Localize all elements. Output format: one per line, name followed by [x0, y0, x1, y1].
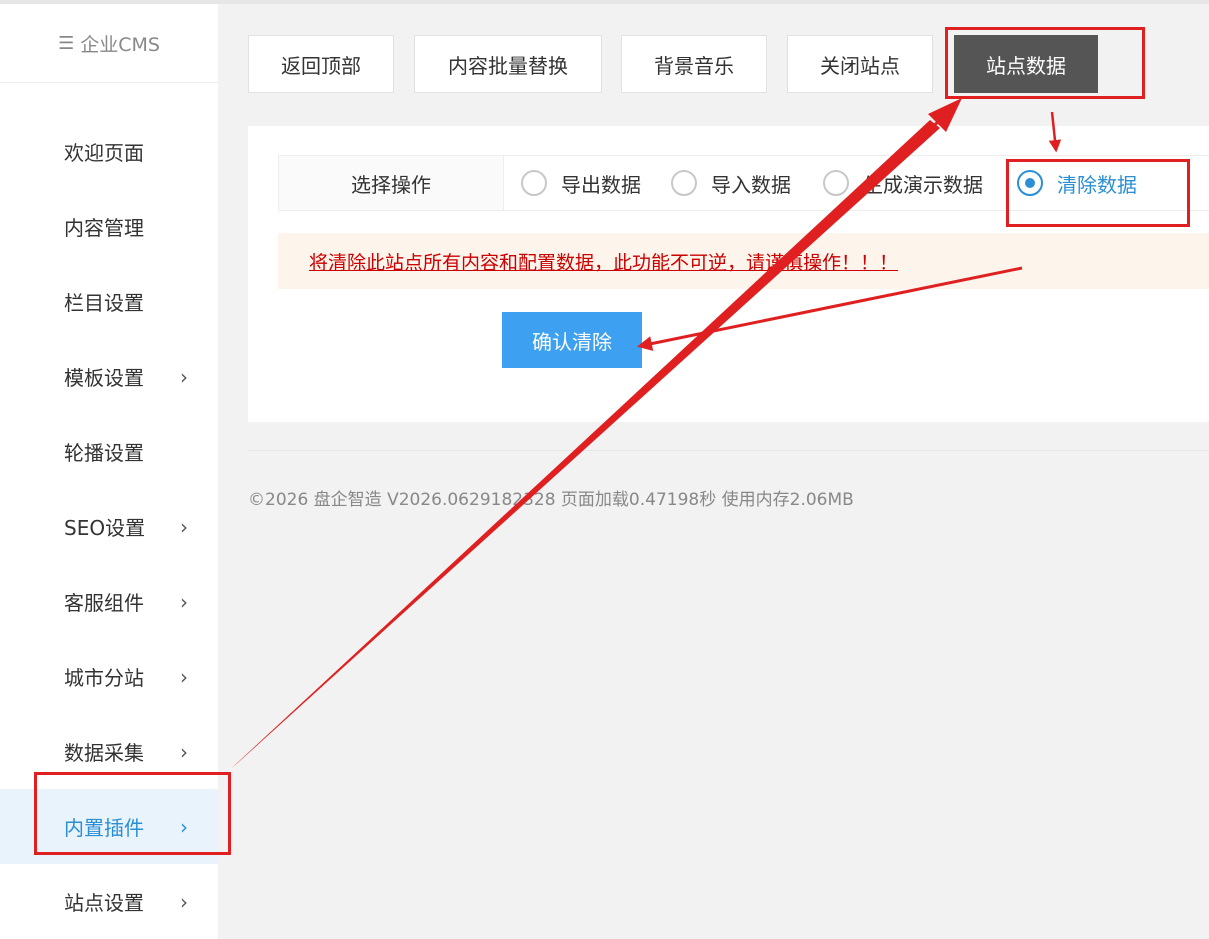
- chevron-right-icon: ›: [180, 814, 188, 839]
- radio-label: 清除数据: [1057, 172, 1137, 197]
- sidebar: ☰ 企业CMS 欢迎页面 内容管理 栏目设置 模板设置 › 轮播设置 SEO设置…: [0, 4, 218, 939]
- sidebar-item-label: 内置插件: [64, 816, 144, 840]
- sidebar-item-label: 栏目设置: [64, 291, 144, 315]
- close-site-button[interactable]: 关闭站点: [787, 35, 933, 93]
- confirm-clear-button[interactable]: 确认清除: [502, 312, 642, 368]
- sidebar-item-city-sites[interactable]: 城市分站 ›: [0, 639, 218, 714]
- radio-label: 导出数据: [561, 172, 641, 197]
- sidebar-item-label: 数据采集: [64, 741, 144, 765]
- chevron-right-icon: ›: [180, 889, 188, 914]
- operation-label: 选择操作: [279, 156, 504, 210]
- warning-banner: 将清除此站点所有内容和配置数据，此功能不可逆，请谨慎操作！！！: [278, 233, 1209, 289]
- radio-circle[interactable]: [823, 170, 849, 196]
- sidebar-item-templates[interactable]: 模板设置 ›: [0, 339, 218, 414]
- sidebar-nav: 欢迎页面 内容管理 栏目设置 模板设置 › 轮播设置 SEO设置 › 客服组件 …: [0, 114, 218, 939]
- radio-circle[interactable]: [521, 170, 547, 196]
- sidebar-item-data-collection[interactable]: 数据采集 ›: [0, 714, 218, 789]
- chevron-right-icon: ›: [180, 364, 188, 389]
- footer-text: ©2026 盘企智造 V2026.0629182328 页面加载0.47198秒…: [248, 490, 854, 510]
- warning-text: 将清除此站点所有内容和配置数据，此功能不可逆，请谨慎操作！！！: [309, 251, 899, 274]
- radio-circle[interactable]: [1017, 170, 1043, 196]
- chevron-right-icon: ›: [180, 514, 188, 539]
- chevron-right-icon: ›: [180, 589, 188, 614]
- sidebar-item-label: SEO设置: [64, 516, 146, 540]
- radio-export-data[interactable]: 导出数据: [521, 156, 641, 210]
- sidebar-item-customer-service[interactable]: 客服组件 ›: [0, 564, 218, 639]
- sidebar-item-label: 城市分站: [64, 666, 144, 690]
- sidebar-item-label: 内容管理: [64, 216, 144, 240]
- sidebar-item-label: 轮播设置: [64, 441, 144, 465]
- site-data-button[interactable]: 站点数据: [954, 35, 1098, 93]
- radio-label: 生成演示数据: [863, 172, 983, 197]
- radio-import-data[interactable]: 导入数据: [671, 156, 791, 210]
- operation-row: 选择操作 导出数据 导入数据 生成演示数据 清除数据: [278, 155, 1209, 211]
- logo[interactable]: ☰ 企业CMS: [0, 4, 218, 83]
- radio-generate-demo-data[interactable]: 生成演示数据: [823, 156, 983, 210]
- sidebar-item-columns[interactable]: 栏目设置: [0, 264, 218, 339]
- radio-clear-data[interactable]: 清除数据: [1017, 156, 1137, 210]
- chevron-right-icon: ›: [180, 664, 188, 689]
- sidebar-item-label: 欢迎页面: [64, 141, 144, 165]
- sidebar-item-label: 模板设置: [64, 366, 144, 390]
- radio-label: 导入数据: [711, 172, 791, 197]
- sidebar-item-content[interactable]: 内容管理: [0, 189, 218, 264]
- footer-divider: [248, 450, 1209, 451]
- sidebar-item-carousel[interactable]: 轮播设置: [0, 414, 218, 489]
- sidebar-item-site-settings[interactable]: 站点设置 ›: [0, 864, 218, 939]
- logo-text: 企业CMS: [80, 33, 160, 56]
- sidebar-item-seo[interactable]: SEO设置 ›: [0, 489, 218, 564]
- batch-replace-button[interactable]: 内容批量替换: [414, 35, 602, 93]
- back-to-top-button[interactable]: 返回顶部: [248, 35, 394, 93]
- menu-icon[interactable]: ☰: [58, 33, 74, 54]
- sidebar-item-welcome[interactable]: 欢迎页面: [0, 114, 218, 189]
- chevron-right-icon: ›: [180, 739, 188, 764]
- bg-music-button[interactable]: 背景音乐: [621, 35, 767, 93]
- sidebar-item-label: 站点设置: [64, 891, 144, 915]
- radio-circle[interactable]: [671, 170, 697, 196]
- sidebar-item-label: 客服组件: [64, 591, 144, 615]
- site-data-panel: 选择操作 导出数据 导入数据 生成演示数据 清除数据 将清除此站点所有内容和配置…: [248, 126, 1209, 422]
- sidebar-item-plugins[interactable]: 内置插件 ›: [0, 789, 218, 864]
